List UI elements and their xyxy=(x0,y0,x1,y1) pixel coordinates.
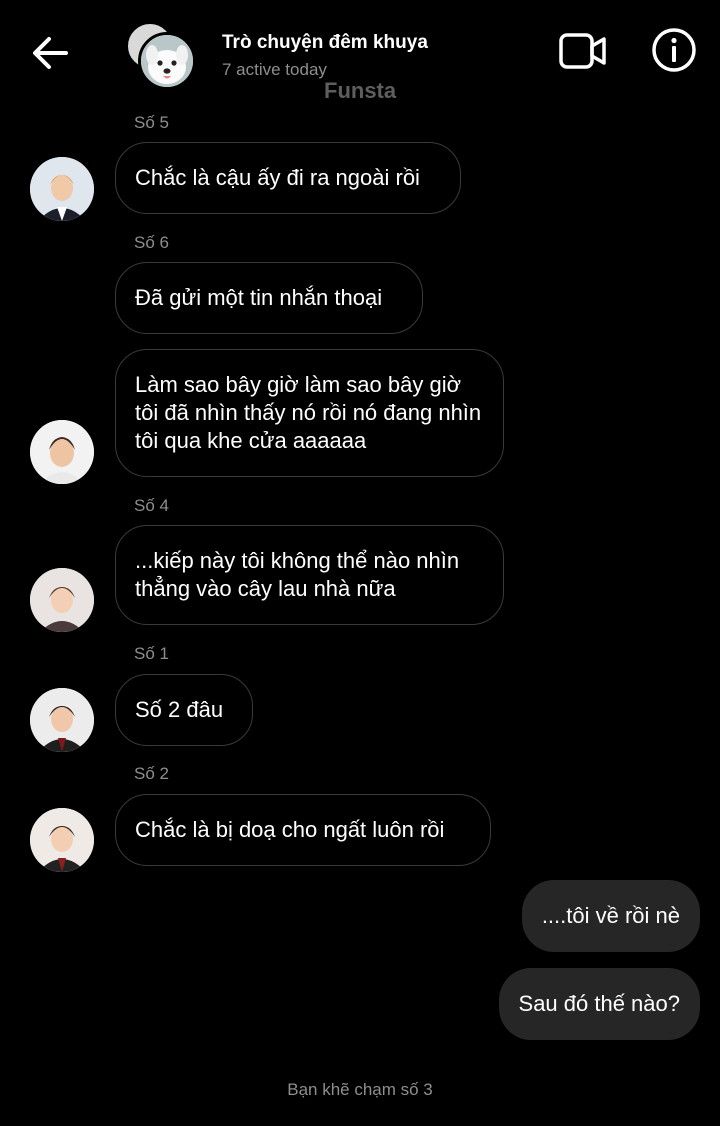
chat-title[interactable]: Trò chuyện đêm khuya xyxy=(222,32,428,54)
info-button[interactable] xyxy=(651,27,697,73)
active-status: 7 active today xyxy=(222,60,327,79)
sender-name: Số 4 xyxy=(134,496,169,515)
back-button[interactable] xyxy=(30,34,72,72)
message-bubble[interactable]: ...kiếp này tôi không thể nào nhìn thẳng… xyxy=(115,525,504,625)
group-avatar[interactable] xyxy=(126,22,196,90)
info-icon xyxy=(652,28,696,72)
nudge-notice: Bạn khẽ chạm số 3 xyxy=(287,1080,433,1099)
message-bubble[interactable]: Chắc là cậu ấy đi ra ngoài rồi xyxy=(115,142,461,214)
chat-header: Trò chuyện đêm khuya 7 active today Funs… xyxy=(0,0,720,105)
sender-name: Số 5 xyxy=(134,113,169,132)
avatar[interactable] xyxy=(30,808,94,872)
arrow-left-icon xyxy=(33,37,68,69)
message-bubble[interactable]: Làm sao bây giờ làm sao bây giờ tôi đã n… xyxy=(115,349,504,477)
sender-name: Số 1 xyxy=(134,644,169,663)
avatar[interactable] xyxy=(30,420,94,484)
message-bubble[interactable]: Chắc là bị doạ cho ngất luôn rồi xyxy=(115,794,491,866)
outgoing-message-bubble[interactable]: Sau đó thế nào? xyxy=(498,968,700,1040)
watermark-text: Funsta xyxy=(324,78,397,103)
sender-name: Số 6 xyxy=(134,233,169,252)
voice-message-bubble[interactable]: Đã gửi một tin nhắn thoại xyxy=(115,262,423,334)
avatar[interactable] xyxy=(30,157,94,221)
video-camera-icon xyxy=(559,33,606,69)
avatar[interactable] xyxy=(30,688,94,752)
message-bubble[interactable]: Số 2 đâu xyxy=(115,674,253,746)
group-avatar-dog xyxy=(138,32,196,90)
sender-name: Số 2 xyxy=(134,764,169,783)
avatar[interactable] xyxy=(30,568,94,632)
video-call-button[interactable] xyxy=(558,30,608,72)
outgoing-message-bubble[interactable]: ....tôi về rồi nè xyxy=(521,880,700,952)
